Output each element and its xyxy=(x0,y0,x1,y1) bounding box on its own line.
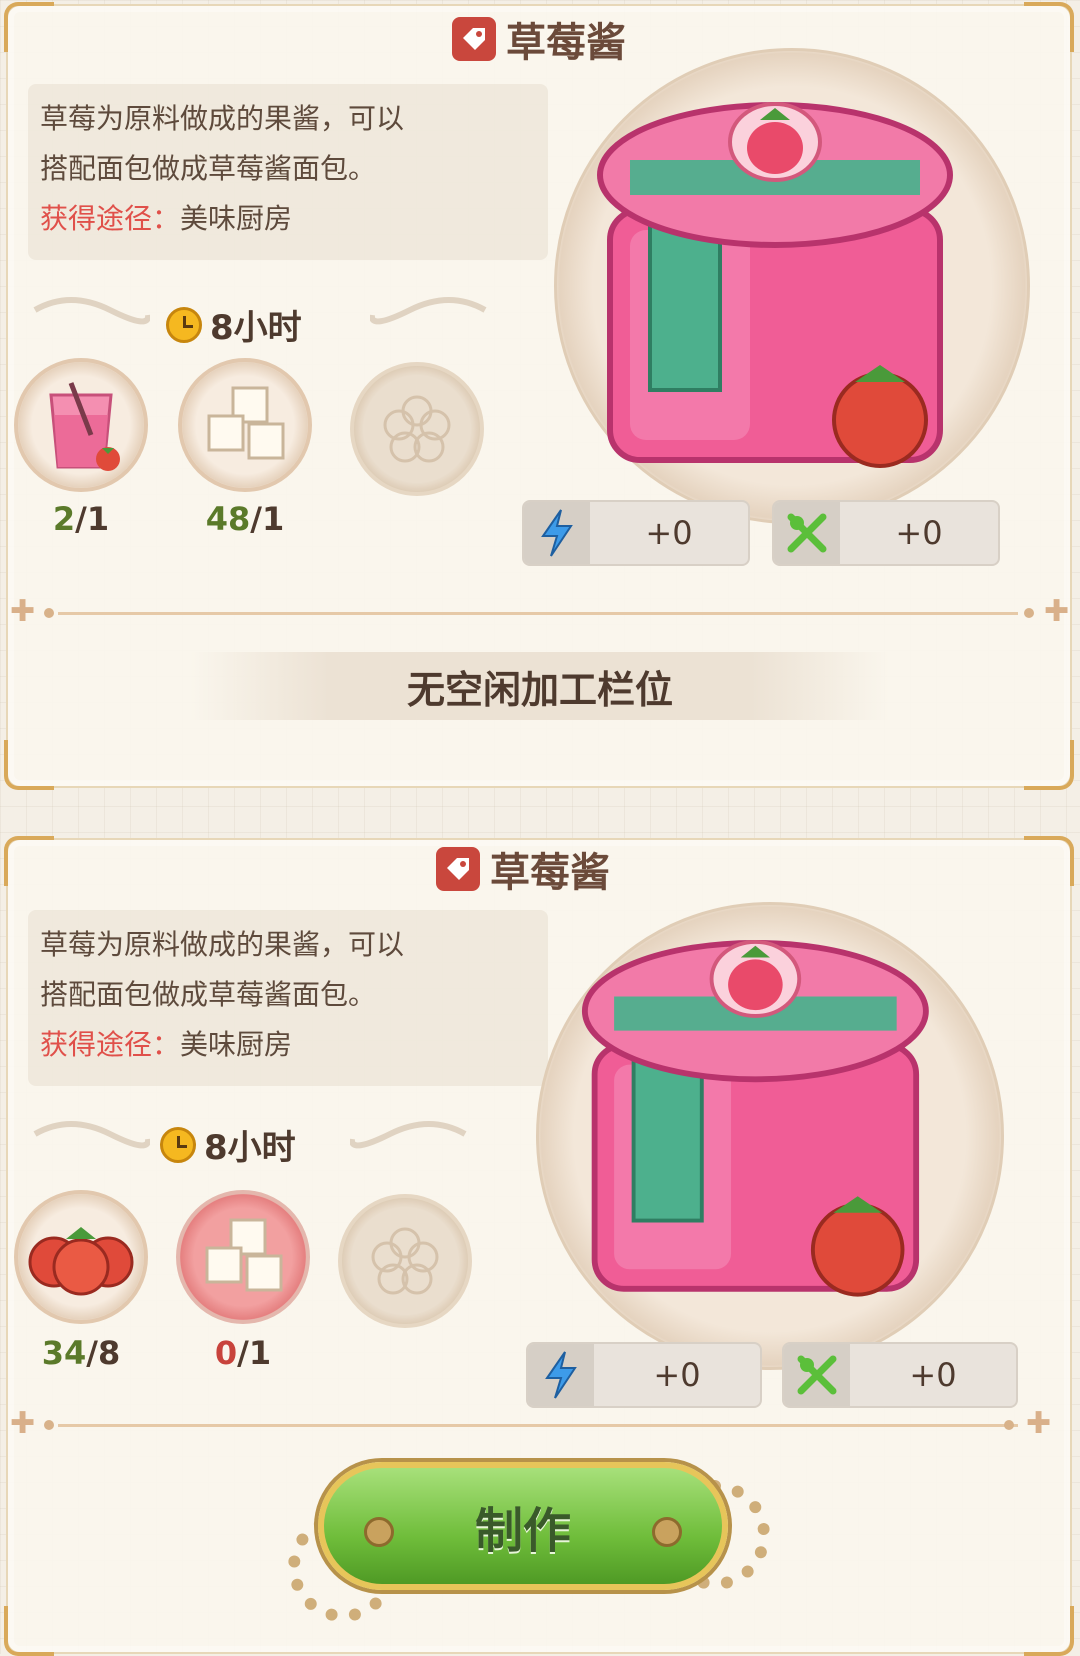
have-count: 2 xyxy=(52,500,76,538)
recipe-title: 草莓酱 xyxy=(452,10,626,68)
craft-time: 8小时 xyxy=(160,1120,296,1169)
divider-ornament-icon: ✚ xyxy=(1026,1406,1052,1441)
ingredient-slot-2[interactable] xyxy=(176,1190,310,1324)
recipe-title-text: 草莓酱 xyxy=(490,850,610,896)
need-count: /1 xyxy=(250,500,285,538)
craft-time: 8小时 xyxy=(166,300,302,349)
swirl-decoration-icon xyxy=(370,297,487,325)
empty-slot-icon xyxy=(383,395,451,463)
empty-slot-icon xyxy=(371,1227,439,1295)
description-line: 草莓为原料做成的果酱，可以 xyxy=(40,928,405,961)
food-value: +0 xyxy=(909,1356,957,1394)
sugar-cubes-icon xyxy=(205,1218,283,1292)
cutlery-icon xyxy=(784,1344,850,1406)
source-value: 美味厨房 xyxy=(180,1028,293,1061)
pink-drink-icon xyxy=(49,382,120,471)
have-count: 0 xyxy=(214,1334,238,1372)
status-banner: 无空闲加工栏位 xyxy=(190,652,890,720)
divider-ornament-icon: ✚ xyxy=(10,594,36,629)
ingredient-slot-2[interactable] xyxy=(178,358,312,492)
make-button[interactable]: 制作 xyxy=(318,1462,728,1590)
description-line: 搭配面包做成草莓酱面包。 xyxy=(40,978,377,1011)
food-value: +0 xyxy=(895,514,943,552)
description-box: 草莓为原料做成的果酱，可以 搭配面包做成草莓酱面包。 获得途径：美味厨房 xyxy=(28,84,548,260)
ingredient-count: 34/8 xyxy=(14,1334,148,1372)
lightning-icon xyxy=(528,1344,594,1406)
clock-icon xyxy=(166,306,202,343)
make-button-label: 制作 xyxy=(474,1503,571,1559)
ingredient-slot-1[interactable] xyxy=(14,1190,148,1324)
need-count: /1 xyxy=(75,500,110,538)
divider-dot xyxy=(1004,1420,1014,1430)
description-box: 草莓为原料做成的果酱，可以 搭配面包做成草莓酱面包。 获得途径：美味厨房 xyxy=(28,910,548,1086)
divider xyxy=(58,1424,1018,1427)
tag-icon xyxy=(452,17,496,61)
divider-ornament-icon: ✚ xyxy=(10,1406,36,1441)
strawberries-icon xyxy=(28,1227,134,1296)
craft-time-text: 8小时 xyxy=(204,1128,296,1168)
divider xyxy=(58,612,1018,615)
recipe-title: 草莓酱 xyxy=(436,840,610,898)
energy-value: +0 xyxy=(653,1356,701,1394)
source-label: 获得途径： xyxy=(40,1028,181,1061)
food-stat: +0 xyxy=(782,1342,1018,1408)
lightning-icon xyxy=(524,502,590,564)
bolt-icon xyxy=(652,1517,682,1547)
source-line: 获得途径：美味厨房 xyxy=(40,194,536,244)
energy-stat: +0 xyxy=(526,1342,762,1408)
ingredient-count: 2/1 xyxy=(14,500,148,538)
description-line: 搭配面包做成草莓酱面包。 xyxy=(40,152,377,185)
need-count: /1 xyxy=(237,1334,272,1372)
divider-dot xyxy=(44,1420,54,1430)
ingredient-slot-1[interactable] xyxy=(14,358,148,492)
sugar-cubes-icon xyxy=(207,386,285,460)
have-count: 48 xyxy=(205,500,251,538)
ingredient-slot-3[interactable] xyxy=(338,1194,472,1328)
source-label: 获得途径： xyxy=(40,202,181,235)
tag-icon xyxy=(436,847,480,891)
energy-stat: +0 xyxy=(522,500,750,566)
divider-dot xyxy=(44,608,54,618)
need-count: /8 xyxy=(86,1334,121,1372)
strawberry-jam-jar-icon xyxy=(581,939,929,1297)
divider-dot xyxy=(1024,608,1034,618)
source-line: 获得途径：美味厨房 xyxy=(40,1020,536,1070)
food-stat: +0 xyxy=(772,500,1000,566)
description-line: 草莓为原料做成的果酱，可以 xyxy=(40,102,405,135)
recipe-title-text: 草莓酱 xyxy=(506,20,626,66)
energy-value: +0 xyxy=(645,514,693,552)
swirl-decoration-icon xyxy=(350,1121,467,1149)
ingredient-slot-3[interactable] xyxy=(350,362,484,496)
have-count: 34 xyxy=(41,1334,87,1372)
cutlery-icon xyxy=(774,502,840,564)
ingredient-count: 48/1 xyxy=(178,500,312,538)
craft-time-text: 8小时 xyxy=(210,308,302,348)
ingredient-count: 0/1 xyxy=(176,1334,310,1372)
strawberry-jam-jar-icon xyxy=(597,102,953,468)
divider-ornament-icon: ✚ xyxy=(1044,594,1070,629)
clock-icon xyxy=(160,1126,196,1163)
source-value: 美味厨房 xyxy=(180,202,293,235)
swirl-decoration-icon xyxy=(33,297,150,325)
swirl-decoration-icon xyxy=(33,1121,150,1149)
bolt-icon xyxy=(364,1517,394,1547)
